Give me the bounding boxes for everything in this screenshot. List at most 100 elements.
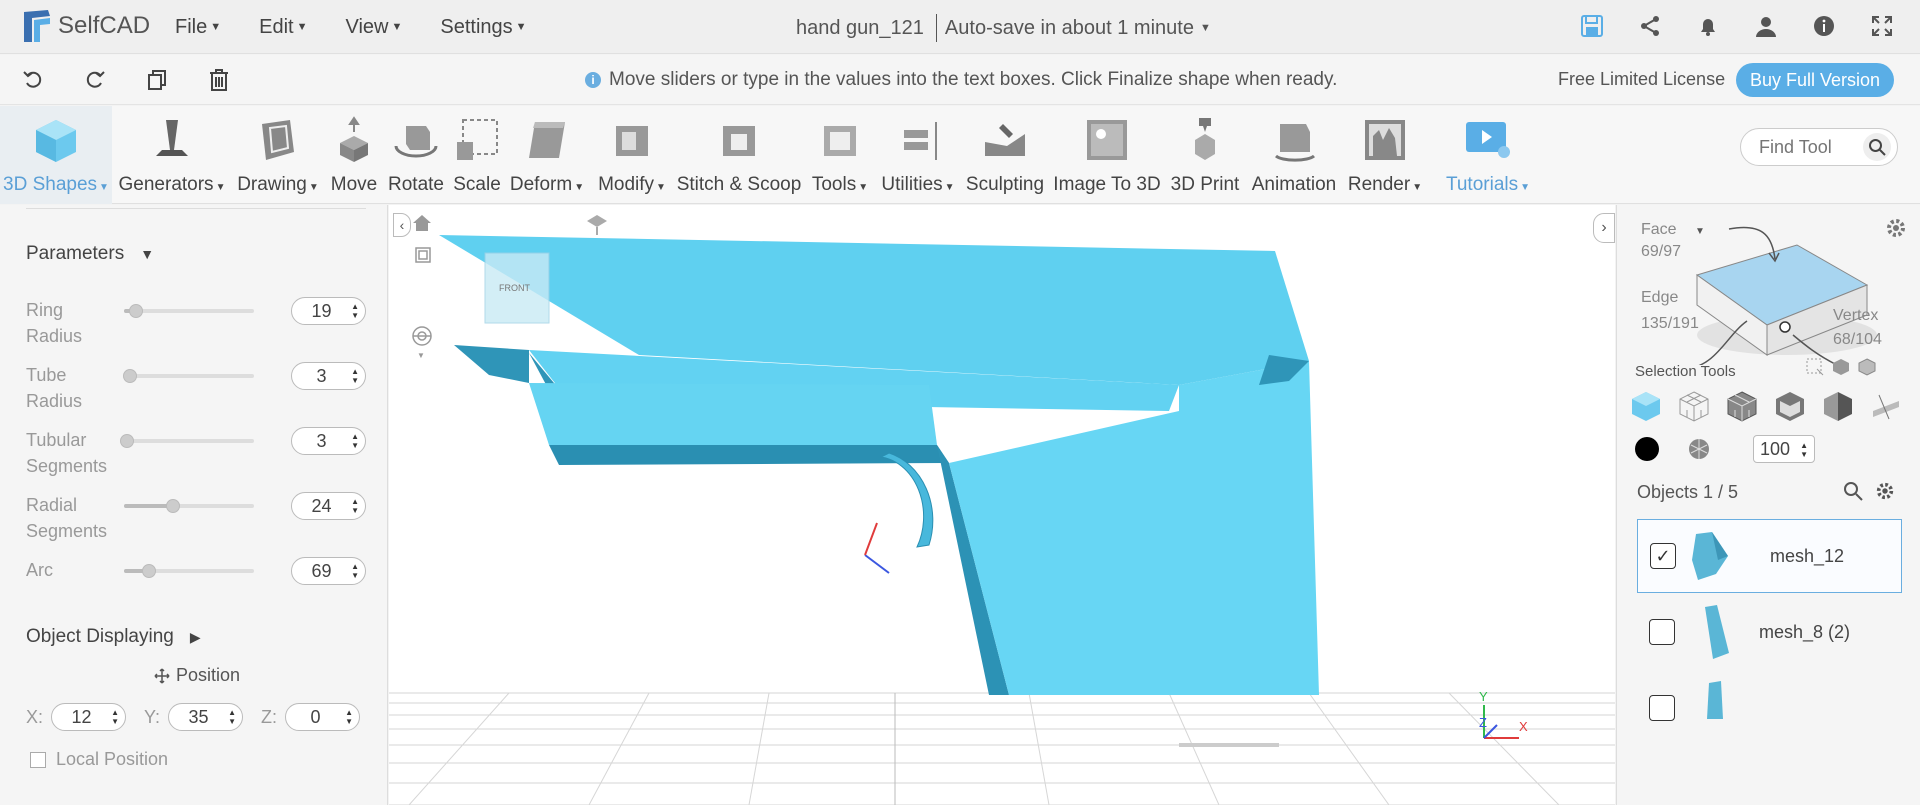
select-object-icon[interactable] (1831, 357, 1851, 382)
spinner-icon[interactable]: ▲ ▼ (351, 302, 359, 320)
local-position-checkbox[interactable] (30, 751, 46, 768)
select-region-icon[interactable] (1805, 357, 1825, 382)
object-displaying-header[interactable]: Object Displaying ▶ (26, 626, 201, 648)
position-y-input[interactable]: 35 ▲ ▼ (168, 703, 244, 731)
transform-gizmo[interactable] (864, 522, 890, 574)
buy-full-version-button[interactable]: Buy Full Version (1736, 63, 1894, 97)
object-item-mesh-8-2[interactable]: mesh_8 (2) (1637, 595, 1902, 669)
menu-file[interactable]: File ▼ (175, 16, 221, 39)
caret-down-icon[interactable]: ▼ (417, 351, 425, 360)
view-cube[interactable]: FRONT (484, 252, 550, 324)
redo-icon[interactable] (82, 67, 108, 93)
user-icon[interactable] (1752, 12, 1780, 40)
objects-settings-icon[interactable] (1875, 481, 1895, 506)
save-icon[interactable] (1578, 12, 1606, 40)
document-title[interactable]: hand gun_121 (796, 17, 924, 40)
spinner-icon[interactable]: ▲ ▼ (351, 367, 359, 385)
spinner-icon[interactable]: ▲ ▼ (351, 432, 359, 450)
menu-settings[interactable]: Settings ▼ (440, 16, 526, 39)
select-cube-icon[interactable] (1629, 389, 1663, 428)
scene-canvas[interactable]: FRONT Y X Z (389, 205, 1615, 805)
collapse-right-icon[interactable]: › (1593, 213, 1615, 243)
tool-stitch-scoop[interactable]: Stitch & Scoop (676, 106, 802, 204)
tool-render[interactable]: Render ▼ (1344, 106, 1426, 204)
object-checkbox[interactable] (1649, 695, 1675, 721)
gun-model[interactable] (439, 235, 1319, 695)
spinner-icon[interactable]: ▲ ▼ (228, 708, 236, 726)
menu-view[interactable]: View ▼ (345, 16, 402, 39)
edge-label[interactable]: Edge (1641, 289, 1678, 307)
spinner-icon[interactable]: ▲ ▼ (351, 497, 359, 515)
tool-3d-shapes[interactable]: 3D Shapes ▼ (0, 106, 112, 204)
tool-drawing[interactable]: Drawing ▼ (232, 106, 324, 204)
select-wireframe-icon[interactable] (1677, 389, 1711, 428)
slider-knob[interactable] (122, 369, 137, 383)
home-icon[interactable] (411, 213, 433, 238)
tool-3d-print[interactable]: 3D Print (1166, 106, 1244, 204)
tube-radius-slider[interactable] (122, 369, 254, 383)
menu-edit[interactable]: Edit ▼ (259, 16, 307, 39)
slider-knob[interactable] (129, 304, 144, 318)
select-half-icon[interactable] (1821, 389, 1855, 428)
parameters-header[interactable]: Parameters ▼ (26, 243, 154, 265)
tool-modify[interactable]: Modify ▼ (592, 106, 672, 204)
select-mesh-icon[interactable] (1725, 389, 1759, 428)
tubular-segments-input[interactable]: 3 ▲ ▼ (291, 427, 366, 455)
texture-icon[interactable] (1687, 437, 1711, 466)
object-item-mesh-12[interactable]: ✓ mesh_12 (1637, 519, 1902, 593)
ring-radius-slider[interactable] (124, 304, 254, 318)
tool-move[interactable]: Move (326, 106, 382, 204)
collapse-left-icon[interactable]: ‹ (393, 213, 411, 237)
select-solid-icon[interactable] (1857, 357, 1877, 382)
snap-icon[interactable] (585, 213, 609, 242)
tool-rotate[interactable]: Rotate (384, 106, 448, 204)
tool-generators[interactable]: Generators ▼ (116, 106, 228, 204)
spinner-icon[interactable]: ▲ ▼ (345, 708, 353, 726)
search-icon[interactable] (1863, 133, 1891, 161)
app-logo[interactable]: SelfCAD (20, 8, 150, 44)
spinner-icon[interactable]: ▲ ▼ (351, 562, 359, 580)
trash-icon[interactable] (206, 67, 232, 93)
local-position-option[interactable]: Local Position (30, 749, 168, 770)
vertex-label[interactable]: Vertex (1833, 307, 1878, 325)
tool-tutorials[interactable]: Tutorials ▼ (1444, 106, 1532, 204)
tool-scale[interactable]: Scale (450, 106, 504, 204)
tool-animation[interactable]: Animation (1246, 106, 1342, 204)
undo-icon[interactable] (20, 67, 46, 93)
info-icon[interactable] (1810, 12, 1838, 40)
tubular-segments-slider[interactable] (120, 434, 254, 448)
spinner-icon[interactable]: ▲ ▼ (1800, 441, 1808, 459)
tube-radius-input[interactable]: 3 ▲ ▼ (291, 362, 366, 390)
tool-tools[interactable]: Tools ▼ (806, 106, 874, 204)
tool-utilities[interactable]: Utilities ▼ (876, 106, 960, 204)
object-checkbox[interactable] (1649, 619, 1675, 645)
tool-sculpting[interactable]: Sculpting (962, 106, 1048, 204)
view-mode-icon[interactable] (413, 245, 433, 270)
search-objects-icon[interactable] (1843, 481, 1863, 506)
color-picker-swatch[interactable] (1635, 437, 1659, 461)
tool-deform[interactable]: Deform ▼ (506, 106, 588, 204)
object-item-partial[interactable] (1637, 671, 1902, 745)
spinner-icon[interactable]: ▲ ▼ (111, 708, 119, 726)
radial-segments-slider[interactable] (124, 499, 254, 513)
position-z-input[interactable]: 0 ▲ ▼ (285, 703, 361, 731)
3d-viewport[interactable]: FRONT Y X Z ‹ ▼ › (389, 205, 1615, 805)
autosave-status[interactable]: Auto-save in about 1 minute (945, 17, 1194, 40)
opacity-input[interactable]: 100 ▲ ▼ (1753, 435, 1815, 463)
gear-icon[interactable] (1885, 217, 1907, 244)
find-tool-input[interactable] (1759, 136, 1859, 158)
radial-segments-input[interactable]: 24 ▲ ▼ (291, 492, 366, 520)
copy-icon[interactable] (144, 67, 170, 93)
position-x-input[interactable]: 12 ▲ ▼ (51, 703, 127, 731)
slider-knob[interactable] (142, 564, 157, 578)
orbit-icon[interactable] (411, 325, 433, 352)
tool-image-to-3d[interactable]: Image To 3D (1050, 106, 1164, 204)
fullscreen-icon[interactable] (1868, 12, 1896, 40)
object-checkbox-checked[interactable]: ✓ (1650, 543, 1676, 569)
arc-input[interactable]: 69 ▲ ▼ (291, 557, 366, 585)
select-plane-icon[interactable] (1869, 389, 1903, 428)
bell-icon[interactable] (1694, 12, 1722, 40)
ring-radius-input[interactable]: 19 ▲ ▼ (291, 297, 366, 325)
share-icon[interactable] (1636, 12, 1664, 40)
arc-slider[interactable] (124, 564, 254, 578)
